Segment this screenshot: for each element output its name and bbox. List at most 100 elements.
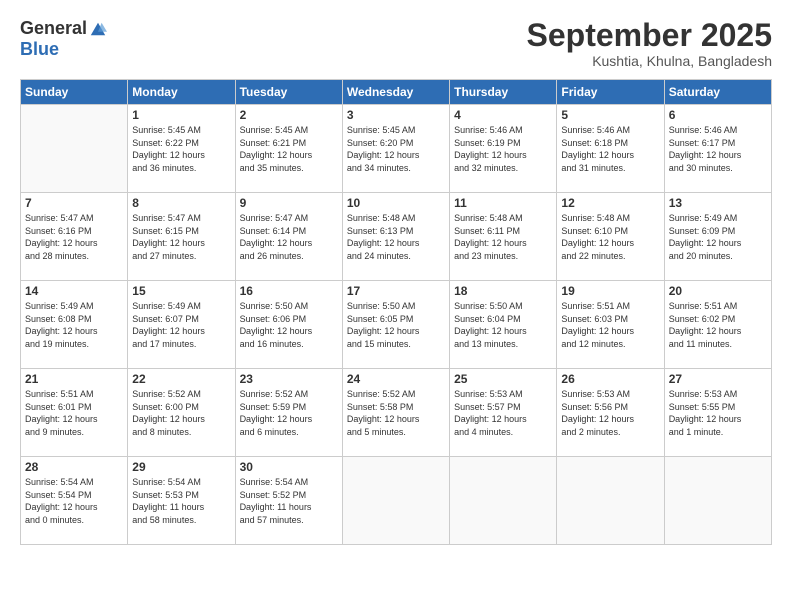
calendar-day-cell: 2 Sunrise: 5:45 AM Sunset: 6:21 PM Daylig… [235,105,342,193]
title-block: September 2025 Kushtia, Khulna, Banglade… [527,18,772,69]
day-of-week-header: Wednesday [342,80,449,105]
calendar-day-cell: 21 Sunrise: 5:51 AM Sunset: 6:01 PM Dayli… [21,369,128,457]
day-info: Sunrise: 5:45 AM Sunset: 6:21 PM Dayligh… [240,124,338,174]
calendar-day-cell: 13 Sunrise: 5:49 AM Sunset: 6:09 PM Dayli… [664,193,771,281]
day-number: 14 [25,284,123,298]
calendar-day-cell: 20Sunrise: 5:51 AM Sunset: 6:02 PM Dayli… [664,281,771,369]
calendar-day-cell: 6 Sunrise: 5:46 AM Sunset: 6:17 PM Daylig… [664,105,771,193]
day-number: 15 [132,284,230,298]
day-number: 28 [25,460,123,474]
day-info: Sunrise: 5:51 AM Sunset: 6:03 PM Dayligh… [561,300,659,350]
calendar-day-cell [21,105,128,193]
calendar-day-cell: 10 Sunrise: 5:48 AM Sunset: 6:13 PM Dayli… [342,193,449,281]
day-info: Sunrise: 5:49 AM Sunset: 6:09 PM Dayligh… [669,212,767,262]
day-number: 8 [132,196,230,210]
calendar-day-cell: 15 Sunrise: 5:49 AM Sunset: 6:07 PM Dayli… [128,281,235,369]
calendar-day-cell: 29 Sunrise: 5:54 AM Sunset: 5:53 PM Dayli… [128,457,235,545]
day-of-week-header: Thursday [450,80,557,105]
calendar-day-cell: 25Sunrise: 5:53 AM Sunset: 5:57 PM Dayli… [450,369,557,457]
day-number: 22 [132,372,230,386]
day-of-week-header: Saturday [664,80,771,105]
calendar-day-cell: 27 Sunrise: 5:53 AM Sunset: 5:55 PM Dayli… [664,369,771,457]
calendar-day-cell: 9 Sunrise: 5:47 AM Sunset: 6:14 PM Daylig… [235,193,342,281]
calendar-day-cell: 11 Sunrise: 5:48 AM Sunset: 6:11 PM Dayli… [450,193,557,281]
day-info: Sunrise: 5:54 AM Sunset: 5:53 PM Dayligh… [132,476,230,526]
day-number: 17 [347,284,445,298]
day-info: Sunrise: 5:46 AM Sunset: 6:18 PM Dayligh… [561,124,659,174]
day-info: Sunrise: 5:53 AM Sunset: 5:56 PM Dayligh… [561,388,659,438]
day-info: Sunrise: 5:52 AM Sunset: 6:00 PM Dayligh… [132,388,230,438]
day-info: Sunrise: 5:52 AM Sunset: 5:58 PM Dayligh… [347,388,445,438]
calendar-day-cell: 4 Sunrise: 5:46 AM Sunset: 6:19 PM Daylig… [450,105,557,193]
calendar-day-cell: 14 Sunrise: 5:49 AM Sunset: 6:08 PM Dayli… [21,281,128,369]
day-info: Sunrise: 5:47 AM Sunset: 6:16 PM Dayligh… [25,212,123,262]
day-info: Sunrise: 5:51 AM Sunset: 6:01 PM Dayligh… [25,388,123,438]
day-number: 26 [561,372,659,386]
day-info: Sunrise: 5:49 AM Sunset: 6:08 PM Dayligh… [25,300,123,350]
day-info: Sunrise: 5:50 AM Sunset: 6:06 PM Dayligh… [240,300,338,350]
calendar-day-cell: 7 Sunrise: 5:47 AM Sunset: 6:16 PM Daylig… [21,193,128,281]
calendar-day-cell: 8Sunrise: 5:47 AM Sunset: 6:15 PM Daylig… [128,193,235,281]
day-number: 19 [561,284,659,298]
day-info: Sunrise: 5:45 AM Sunset: 6:22 PM Dayligh… [132,124,230,174]
day-info: Sunrise: 5:47 AM Sunset: 6:14 PM Dayligh… [240,212,338,262]
calendar-day-cell: 17 Sunrise: 5:50 AM Sunset: 6:05 PM Dayli… [342,281,449,369]
day-info: Sunrise: 5:49 AM Sunset: 6:07 PM Dayligh… [132,300,230,350]
day-info: Sunrise: 5:48 AM Sunset: 6:13 PM Dayligh… [347,212,445,262]
day-info: Sunrise: 5:46 AM Sunset: 6:19 PM Dayligh… [454,124,552,174]
header: General Blue September 2025 Kushtia, Khu… [20,18,772,69]
calendar-week-row: 28Sunrise: 5:54 AM Sunset: 5:54 PM Dayli… [21,457,772,545]
day-number: 4 [454,108,552,122]
day-number: 6 [669,108,767,122]
calendar-day-cell: 24 Sunrise: 5:52 AM Sunset: 5:58 PM Dayli… [342,369,449,457]
calendar-day-cell: 12Sunrise: 5:48 AM Sunset: 6:10 PM Dayli… [557,193,664,281]
day-number: 29 [132,460,230,474]
day-info: Sunrise: 5:48 AM Sunset: 6:10 PM Dayligh… [561,212,659,262]
logo-blue-text: Blue [20,39,59,60]
day-info: Sunrise: 5:50 AM Sunset: 6:05 PM Dayligh… [347,300,445,350]
calendar-day-cell: 28Sunrise: 5:54 AM Sunset: 5:54 PM Dayli… [21,457,128,545]
logo-general-text: General [20,18,87,39]
logo-icon [89,20,107,38]
day-number: 21 [25,372,123,386]
day-info: Sunrise: 5:53 AM Sunset: 5:57 PM Dayligh… [454,388,552,438]
calendar-week-row: 1 Sunrise: 5:45 AM Sunset: 6:22 PM Daylig… [21,105,772,193]
day-of-week-header: Sunday [21,80,128,105]
month-title: September 2025 [527,18,772,53]
calendar-day-cell: 1 Sunrise: 5:45 AM Sunset: 6:22 PM Daylig… [128,105,235,193]
calendar-week-row: 21 Sunrise: 5:51 AM Sunset: 6:01 PM Dayli… [21,369,772,457]
calendar-day-cell [664,457,771,545]
day-info: Sunrise: 5:53 AM Sunset: 5:55 PM Dayligh… [669,388,767,438]
day-of-week-header: Tuesday [235,80,342,105]
day-number: 2 [240,108,338,122]
calendar-day-cell: 18Sunrise: 5:50 AM Sunset: 6:04 PM Dayli… [450,281,557,369]
day-info: Sunrise: 5:48 AM Sunset: 6:11 PM Dayligh… [454,212,552,262]
calendar-day-cell: 3 Sunrise: 5:45 AM Sunset: 6:20 PM Daylig… [342,105,449,193]
day-info: Sunrise: 5:45 AM Sunset: 6:20 PM Dayligh… [347,124,445,174]
calendar-day-cell: 16 Sunrise: 5:50 AM Sunset: 6:06 PM Dayli… [235,281,342,369]
day-number: 27 [669,372,767,386]
day-number: 3 [347,108,445,122]
calendar-day-cell [450,457,557,545]
day-info: Sunrise: 5:52 AM Sunset: 5:59 PM Dayligh… [240,388,338,438]
day-of-week-header: Monday [128,80,235,105]
calendar-week-row: 7 Sunrise: 5:47 AM Sunset: 6:16 PM Daylig… [21,193,772,281]
day-number: 9 [240,196,338,210]
day-number: 13 [669,196,767,210]
calendar-day-cell: 30Sunrise: 5:54 AM Sunset: 5:52 PM Dayli… [235,457,342,545]
day-number: 11 [454,196,552,210]
day-info: Sunrise: 5:46 AM Sunset: 6:17 PM Dayligh… [669,124,767,174]
day-number: 10 [347,196,445,210]
day-number: 7 [25,196,123,210]
day-info: Sunrise: 5:50 AM Sunset: 6:04 PM Dayligh… [454,300,552,350]
page: General Blue September 2025 Kushtia, Khu… [0,0,792,612]
day-number: 16 [240,284,338,298]
calendar-day-cell [557,457,664,545]
day-number: 24 [347,372,445,386]
day-info: Sunrise: 5:51 AM Sunset: 6:02 PM Dayligh… [669,300,767,350]
calendar-day-cell: 23 Sunrise: 5:52 AM Sunset: 5:59 PM Dayli… [235,369,342,457]
day-number: 23 [240,372,338,386]
day-number: 5 [561,108,659,122]
day-number: 1 [132,108,230,122]
calendar-week-row: 14 Sunrise: 5:49 AM Sunset: 6:08 PM Dayli… [21,281,772,369]
